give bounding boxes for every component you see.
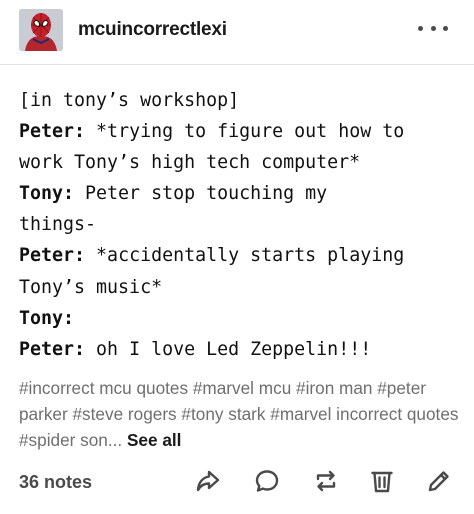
spider-man-avatar-icon — [19, 9, 63, 51]
dialogue-line: Peter: oh I love Led Zeppelin!!! — [19, 334, 464, 365]
more-dot — [430, 25, 436, 31]
post-footer: 36 notes — [0, 460, 474, 504]
line-text: *accidentally starts playing — [85, 245, 405, 267]
delete-icon[interactable] — [367, 466, 397, 496]
notes-count[interactable]: 36 notes — [19, 472, 92, 493]
reblog-icon[interactable] — [311, 466, 341, 496]
dialogue-line: Tony’s music* — [19, 272, 464, 303]
post-body: [in tony’s workshop] Peter: *trying to f… — [19, 85, 464, 365]
dialogue-line: Peter: *trying to figure out how to — [19, 116, 464, 147]
tag-link[interactable]: #tony stark — [181, 404, 265, 424]
blog-name[interactable]: mcuincorrectlexi — [78, 19, 227, 41]
dialogue-line: Tony: Peter stop touching my — [19, 178, 464, 209]
more-dot — [443, 25, 448, 31]
see-all-tags-link[interactable]: See all — [127, 430, 181, 450]
line-text: *trying to figure out how to — [85, 121, 405, 143]
header-divider — [0, 64, 474, 65]
line-text: Peter stop touching my — [74, 183, 328, 205]
dialogue-line: [in tony’s workshop] — [19, 85, 464, 116]
tag-link[interactable]: #incorrect mcu quotes — [19, 378, 188, 398]
reply-icon[interactable] — [252, 466, 282, 496]
line-text: [in tony’s workshop] — [19, 90, 240, 111]
speaker: Tony: — [19, 307, 75, 329]
speaker: Peter: — [19, 121, 86, 143]
tag-link[interactable]: #iron man — [296, 378, 372, 398]
edit-icon[interactable] — [424, 466, 454, 496]
dialogue-line: things- — [19, 209, 464, 240]
more-options-icon[interactable] — [418, 20, 448, 36]
tag-link[interactable]: #marvel incorrect quotes — [270, 404, 458, 424]
dialogue-line: Tony: — [19, 303, 464, 334]
tag-link[interactable]: #marvel mcu — [193, 378, 291, 398]
post-header: mcuincorrectlexi — [0, 0, 474, 64]
dialogue-line: Peter: *accidentally starts playing — [19, 240, 464, 271]
avatar[interactable] — [19, 9, 63, 51]
line-text: Tony’s music* — [19, 276, 163, 298]
line-text: things- — [19, 214, 97, 236]
dialogue-line: work Tony’s high tech computer* — [19, 147, 464, 178]
line-text: work Tony’s high tech computer* — [19, 152, 361, 174]
post-tags: #incorrect mcu quotes #marvel mcu #iron … — [19, 375, 459, 453]
more-dot — [418, 25, 423, 31]
tag-link[interactable]: #spider son... — [19, 430, 122, 450]
speaker: Peter: — [19, 245, 86, 267]
line-text: oh I love Led Zeppelin!!! — [85, 338, 372, 360]
speaker: Peter: — [19, 338, 86, 360]
share-icon[interactable] — [193, 466, 223, 496]
tag-link[interactable]: #steve rogers — [73, 404, 177, 424]
speaker: Tony: — [19, 183, 75, 205]
